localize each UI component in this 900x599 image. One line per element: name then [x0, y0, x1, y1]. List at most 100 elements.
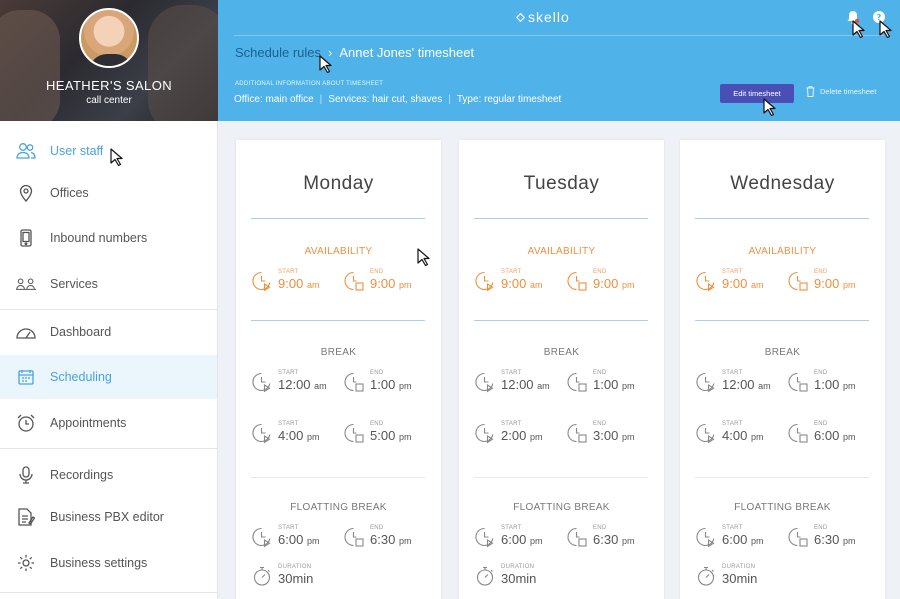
logo-text: skello [528, 9, 570, 25]
location-pin-icon [16, 183, 36, 203]
time-slot[interactable]: START 2:00 pm [474, 421, 542, 445]
time-slot[interactable]: END 1:00 pm [566, 370, 634, 394]
slot-label: END [370, 525, 384, 531]
time-slot[interactable]: END 6:30 pm [343, 525, 411, 549]
clock-stop-icon [787, 422, 809, 444]
day-divider [695, 218, 869, 219]
sidebar-item-offices[interactable]: Offices [0, 171, 217, 215]
slot-value: 6:00 pm [722, 532, 763, 549]
clock-play-icon [695, 270, 717, 292]
slot-ampm: am [314, 381, 327, 391]
slot-time: 4:00 [278, 428, 304, 443]
time-slot[interactable]: START 6:00 pm [251, 525, 319, 549]
time-slot[interactable]: END 6:30 pm [787, 525, 855, 549]
time-slot[interactable]: END 5:00 pm [343, 421, 411, 445]
slot-time: 30min [278, 571, 314, 586]
slot-label: END [593, 370, 607, 376]
slot-time: 5:00 [370, 428, 396, 443]
sidebar-item-label: User staff [50, 144, 104, 158]
profile-name: HEATHER'S SALON [46, 78, 172, 93]
slot-label: START [722, 269, 743, 275]
slot-value: 6:30 pm [370, 532, 411, 549]
clock-play-icon [695, 526, 717, 548]
logo-diamond-icon [516, 12, 525, 22]
time-slot[interactable]: START 12:00 am [474, 370, 550, 394]
slot-ampm: am [750, 280, 764, 290]
clock-stop-icon [343, 526, 365, 548]
time-slot[interactable]: START 9:00 am [474, 269, 542, 293]
slot-value: 1:00 pm [370, 377, 411, 394]
slot-time: 12:00 [278, 377, 311, 392]
sidebar-item-user-staff[interactable]: User staff [0, 129, 217, 173]
sidebar-item-recordings[interactable]: Recordings [0, 453, 217, 497]
slot-ampm: pm [398, 381, 412, 391]
logo[interactable]: skello [516, 9, 570, 25]
slot-ampm: am [529, 280, 543, 290]
clock-play-icon [695, 371, 717, 393]
time-slot[interactable]: END 6:30 pm [566, 525, 634, 549]
time-slot[interactable]: END 3:00 pm [566, 421, 634, 445]
slot-label: END [593, 269, 607, 275]
time-slot[interactable]: START 9:00 am [695, 269, 763, 293]
time-slot[interactable]: DURATION 30min [474, 564, 536, 587]
calendar-icon [16, 367, 36, 387]
section-divider [251, 477, 425, 478]
slot-value: 9:00 pm [593, 276, 634, 293]
time-slot[interactable]: END 9:00 pm [566, 269, 634, 293]
time-slot[interactable]: END 1:00 pm [343, 370, 411, 394]
time-slot[interactable]: START 9:00 am [251, 269, 319, 293]
time-slot[interactable]: START 6:00 pm [695, 525, 763, 549]
slot-time: 6:30 [593, 532, 619, 547]
sidebar-item-label: Services [50, 277, 98, 291]
time-slot[interactable]: END 9:00 pm [343, 269, 411, 293]
header-divider [234, 35, 884, 36]
time-slot[interactable]: END 6:00 pm [787, 421, 855, 445]
slot-ampm: am [306, 280, 320, 290]
slot-value: 3:00 pm [593, 428, 634, 445]
slot-time: 12:00 [722, 377, 755, 392]
sidebar-item-business-settings[interactable]: Business settings [0, 541, 217, 585]
sidebar-item-inbound-numbers[interactable]: Inbound numbers [0, 216, 217, 260]
slot-value: 6:30 pm [593, 532, 634, 549]
breadcrumb: Schedule rules › Annet Jones' timesheet [235, 45, 474, 60]
time-slot[interactable]: START 4:00 pm [251, 421, 319, 445]
mouse-cursor-icon [763, 98, 776, 116]
time-slot[interactable]: START 12:00 am [251, 370, 327, 394]
slot-label: START [278, 269, 299, 275]
slot-ampm: pm [398, 536, 412, 546]
alarm-clock-icon [16, 413, 36, 433]
time-slot[interactable]: START 12:00 am [695, 370, 771, 394]
sidebar-item-appointments[interactable]: Appointments [0, 401, 217, 445]
clock-stop-icon [566, 526, 588, 548]
time-slot[interactable]: END 1:00 pm [787, 370, 855, 394]
slot-label: START [501, 421, 522, 427]
time-slot[interactable]: START 4:00 pm [695, 421, 763, 445]
breadcrumb-schedule-rules-link[interactable]: Schedule rules [235, 45, 321, 60]
clock-stop-icon [787, 270, 809, 292]
sidebar-item-services[interactable]: Services [0, 262, 217, 306]
slot-ampm: pm [621, 432, 635, 442]
mouse-cursor-icon [417, 248, 430, 266]
sidebar-item-business-pbx-editor[interactable]: Business PBX editor [0, 495, 217, 539]
services-icon [16, 274, 36, 294]
edit-timesheet-button[interactable]: Edit timesheet [720, 84, 794, 103]
section-divider [695, 320, 869, 321]
time-slot[interactable]: START 6:00 pm [474, 525, 542, 549]
slot-ampm: pm [398, 280, 412, 290]
mouse-cursor-icon [319, 55, 332, 73]
clock-stop-icon [566, 270, 588, 292]
slot-time: 1:00 [370, 377, 396, 392]
gear-icon [16, 553, 36, 573]
time-slot[interactable]: DURATION 30min [251, 564, 313, 587]
delete-timesheet-button[interactable]: Delete timesheet [806, 86, 876, 97]
time-slot[interactable]: DURATION 30min [695, 564, 757, 587]
slot-label: DURATION [278, 564, 312, 570]
day-divider [251, 218, 425, 219]
sidebar-item-scheduling[interactable]: Scheduling [0, 355, 217, 399]
sidebar-item-dashboard[interactable]: Dashboard [0, 310, 217, 354]
avatar[interactable] [79, 8, 139, 68]
slot-ampm: pm [306, 536, 320, 546]
time-slot[interactable]: END 9:00 pm [787, 269, 855, 293]
clock-stop-icon [566, 371, 588, 393]
clock-stop-icon [566, 422, 588, 444]
